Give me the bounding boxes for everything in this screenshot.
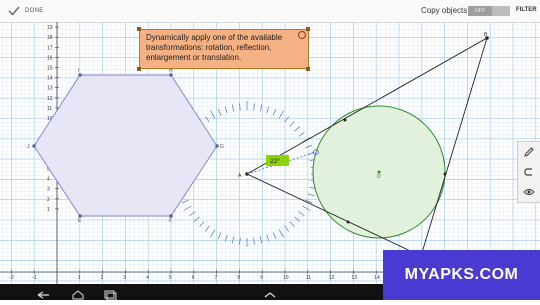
x-tick-label: 4 bbox=[146, 275, 149, 281]
nav-back-button[interactable] bbox=[36, 287, 52, 299]
label-d: D bbox=[377, 174, 381, 180]
recents-icon bbox=[104, 290, 117, 301]
label-a: A bbox=[238, 173, 242, 179]
y-tick-label: 13 bbox=[47, 86, 53, 92]
y-tick-label: 19 bbox=[47, 25, 53, 31]
protractor-tick bbox=[302, 137, 311, 143]
watermark-banner: MYAPKS.COM bbox=[383, 250, 540, 300]
top-action-bar: DONE Copy objects OFF FILTER bbox=[0, 0, 540, 23]
protractor-tick bbox=[253, 103, 255, 111]
protractor-tick bbox=[253, 237, 255, 245]
y-tick-label: 3 bbox=[47, 187, 50, 193]
y-tick-label: 11 bbox=[47, 106, 52, 112]
y-tick-label: 18 bbox=[47, 35, 53, 41]
pencil-tool-button[interactable] bbox=[520, 143, 538, 161]
nav-keyboard-hide-button[interactable] bbox=[262, 287, 278, 298]
tooltip-resize-handle-tl[interactable] bbox=[137, 27, 141, 31]
angle-badge: 22° bbox=[266, 155, 289, 166]
vertex-g[interactable] bbox=[215, 144, 219, 148]
protractor-tick bbox=[294, 126, 300, 132]
y-tick-label: 17 bbox=[47, 45, 53, 51]
nav-home-button[interactable] bbox=[70, 287, 86, 300]
protractor-tick bbox=[194, 216, 200, 222]
x-tick-label: 9 bbox=[260, 275, 263, 281]
x-tick-label: 1 bbox=[78, 275, 81, 281]
x-tick-label: -2 bbox=[9, 275, 14, 281]
pencil-icon bbox=[524, 147, 534, 157]
visibility-tool-button[interactable] bbox=[520, 183, 538, 201]
copy-objects-label: Copy objects bbox=[421, 6, 468, 15]
x-tick-label: 2 bbox=[101, 275, 104, 281]
tooltip-resize-handle-tr[interactable] bbox=[306, 27, 310, 31]
label-e: E bbox=[78, 218, 82, 224]
home-icon bbox=[72, 290, 84, 300]
back-icon bbox=[37, 291, 49, 299]
done-label: DONE bbox=[25, 8, 44, 14]
protractor-tick bbox=[305, 144, 313, 149]
protractor-tick bbox=[181, 199, 189, 204]
copy-objects-toggle[interactable]: OFF bbox=[468, 6, 510, 16]
protractor-tick bbox=[298, 211, 305, 217]
x-tick-label: 12 bbox=[329, 275, 335, 281]
nav-recents-button[interactable] bbox=[102, 287, 118, 301]
undo-tool-button[interactable] bbox=[520, 163, 538, 181]
tangent-point-1[interactable] bbox=[343, 118, 347, 122]
angle-value: 22° bbox=[270, 157, 280, 165]
y-tick-label: 2 bbox=[47, 197, 50, 203]
checkmark-icon bbox=[8, 6, 20, 16]
undo-icon bbox=[524, 168, 532, 176]
filter-button[interactable]: FILTER bbox=[516, 7, 537, 13]
label-i: I bbox=[78, 68, 79, 74]
tangent-point-3[interactable] bbox=[346, 220, 350, 224]
protractor-tick bbox=[224, 106, 228, 114]
protractor-tick bbox=[278, 110, 284, 119]
vertex-j[interactable] bbox=[32, 144, 36, 148]
watermark-text: MYAPKS.COM bbox=[404, 266, 519, 283]
side-toolbox bbox=[517, 141, 540, 203]
label-f: F bbox=[169, 218, 172, 224]
protractor-tick bbox=[183, 205, 192, 211]
x-tick-label: 13 bbox=[351, 275, 357, 281]
x-tick-label: 10 bbox=[283, 275, 289, 281]
protractor-tick bbox=[302, 205, 311, 211]
x-tick-label: 14 bbox=[374, 275, 380, 281]
protractor-tick bbox=[189, 211, 196, 217]
protractor-tick bbox=[266, 106, 270, 114]
x-tick-label: 6 bbox=[192, 275, 195, 281]
y-tick-label: 16 bbox=[47, 55, 53, 61]
tooltip-close-icon[interactable] bbox=[298, 31, 306, 39]
tooltip-resize-handle-bl[interactable] bbox=[137, 67, 141, 71]
protractor-tick bbox=[294, 216, 300, 222]
chevron-up-icon bbox=[264, 292, 276, 298]
protractor-tick bbox=[210, 110, 216, 119]
x-tick-label: 11 bbox=[306, 275, 311, 281]
y-tick-label: 12 bbox=[47, 96, 53, 102]
hint-tooltip: Dynamically apply one of the available t… bbox=[139, 29, 309, 69]
tooltip-resize-handle-br[interactable] bbox=[306, 67, 310, 71]
eye-icon bbox=[523, 189, 535, 195]
protractor-tick bbox=[298, 131, 305, 137]
y-tick-label: 14 bbox=[47, 76, 53, 82]
x-tick-label: 8 bbox=[237, 275, 240, 281]
done-button[interactable]: DONE bbox=[8, 3, 44, 19]
tooltip-text: Dynamically apply one of the available t… bbox=[146, 33, 283, 62]
x-tick-label: 5 bbox=[169, 275, 172, 281]
x-tick-label: -1 bbox=[32, 275, 37, 281]
y-tick-label: 1 bbox=[47, 207, 50, 213]
protractor-tick bbox=[217, 232, 222, 240]
tangent-point-2[interactable] bbox=[443, 172, 447, 176]
protractor-tick bbox=[272, 232, 277, 240]
protractor-tick bbox=[289, 121, 295, 127]
y-tick-label: 4 bbox=[47, 177, 50, 183]
x-tick-label: 7 bbox=[215, 275, 218, 281]
y-tick-label: 15 bbox=[47, 66, 53, 72]
label-g: G bbox=[220, 144, 224, 150]
x-tick-label: 3 bbox=[123, 275, 126, 281]
toggle-state-label: OFF bbox=[468, 6, 492, 16]
